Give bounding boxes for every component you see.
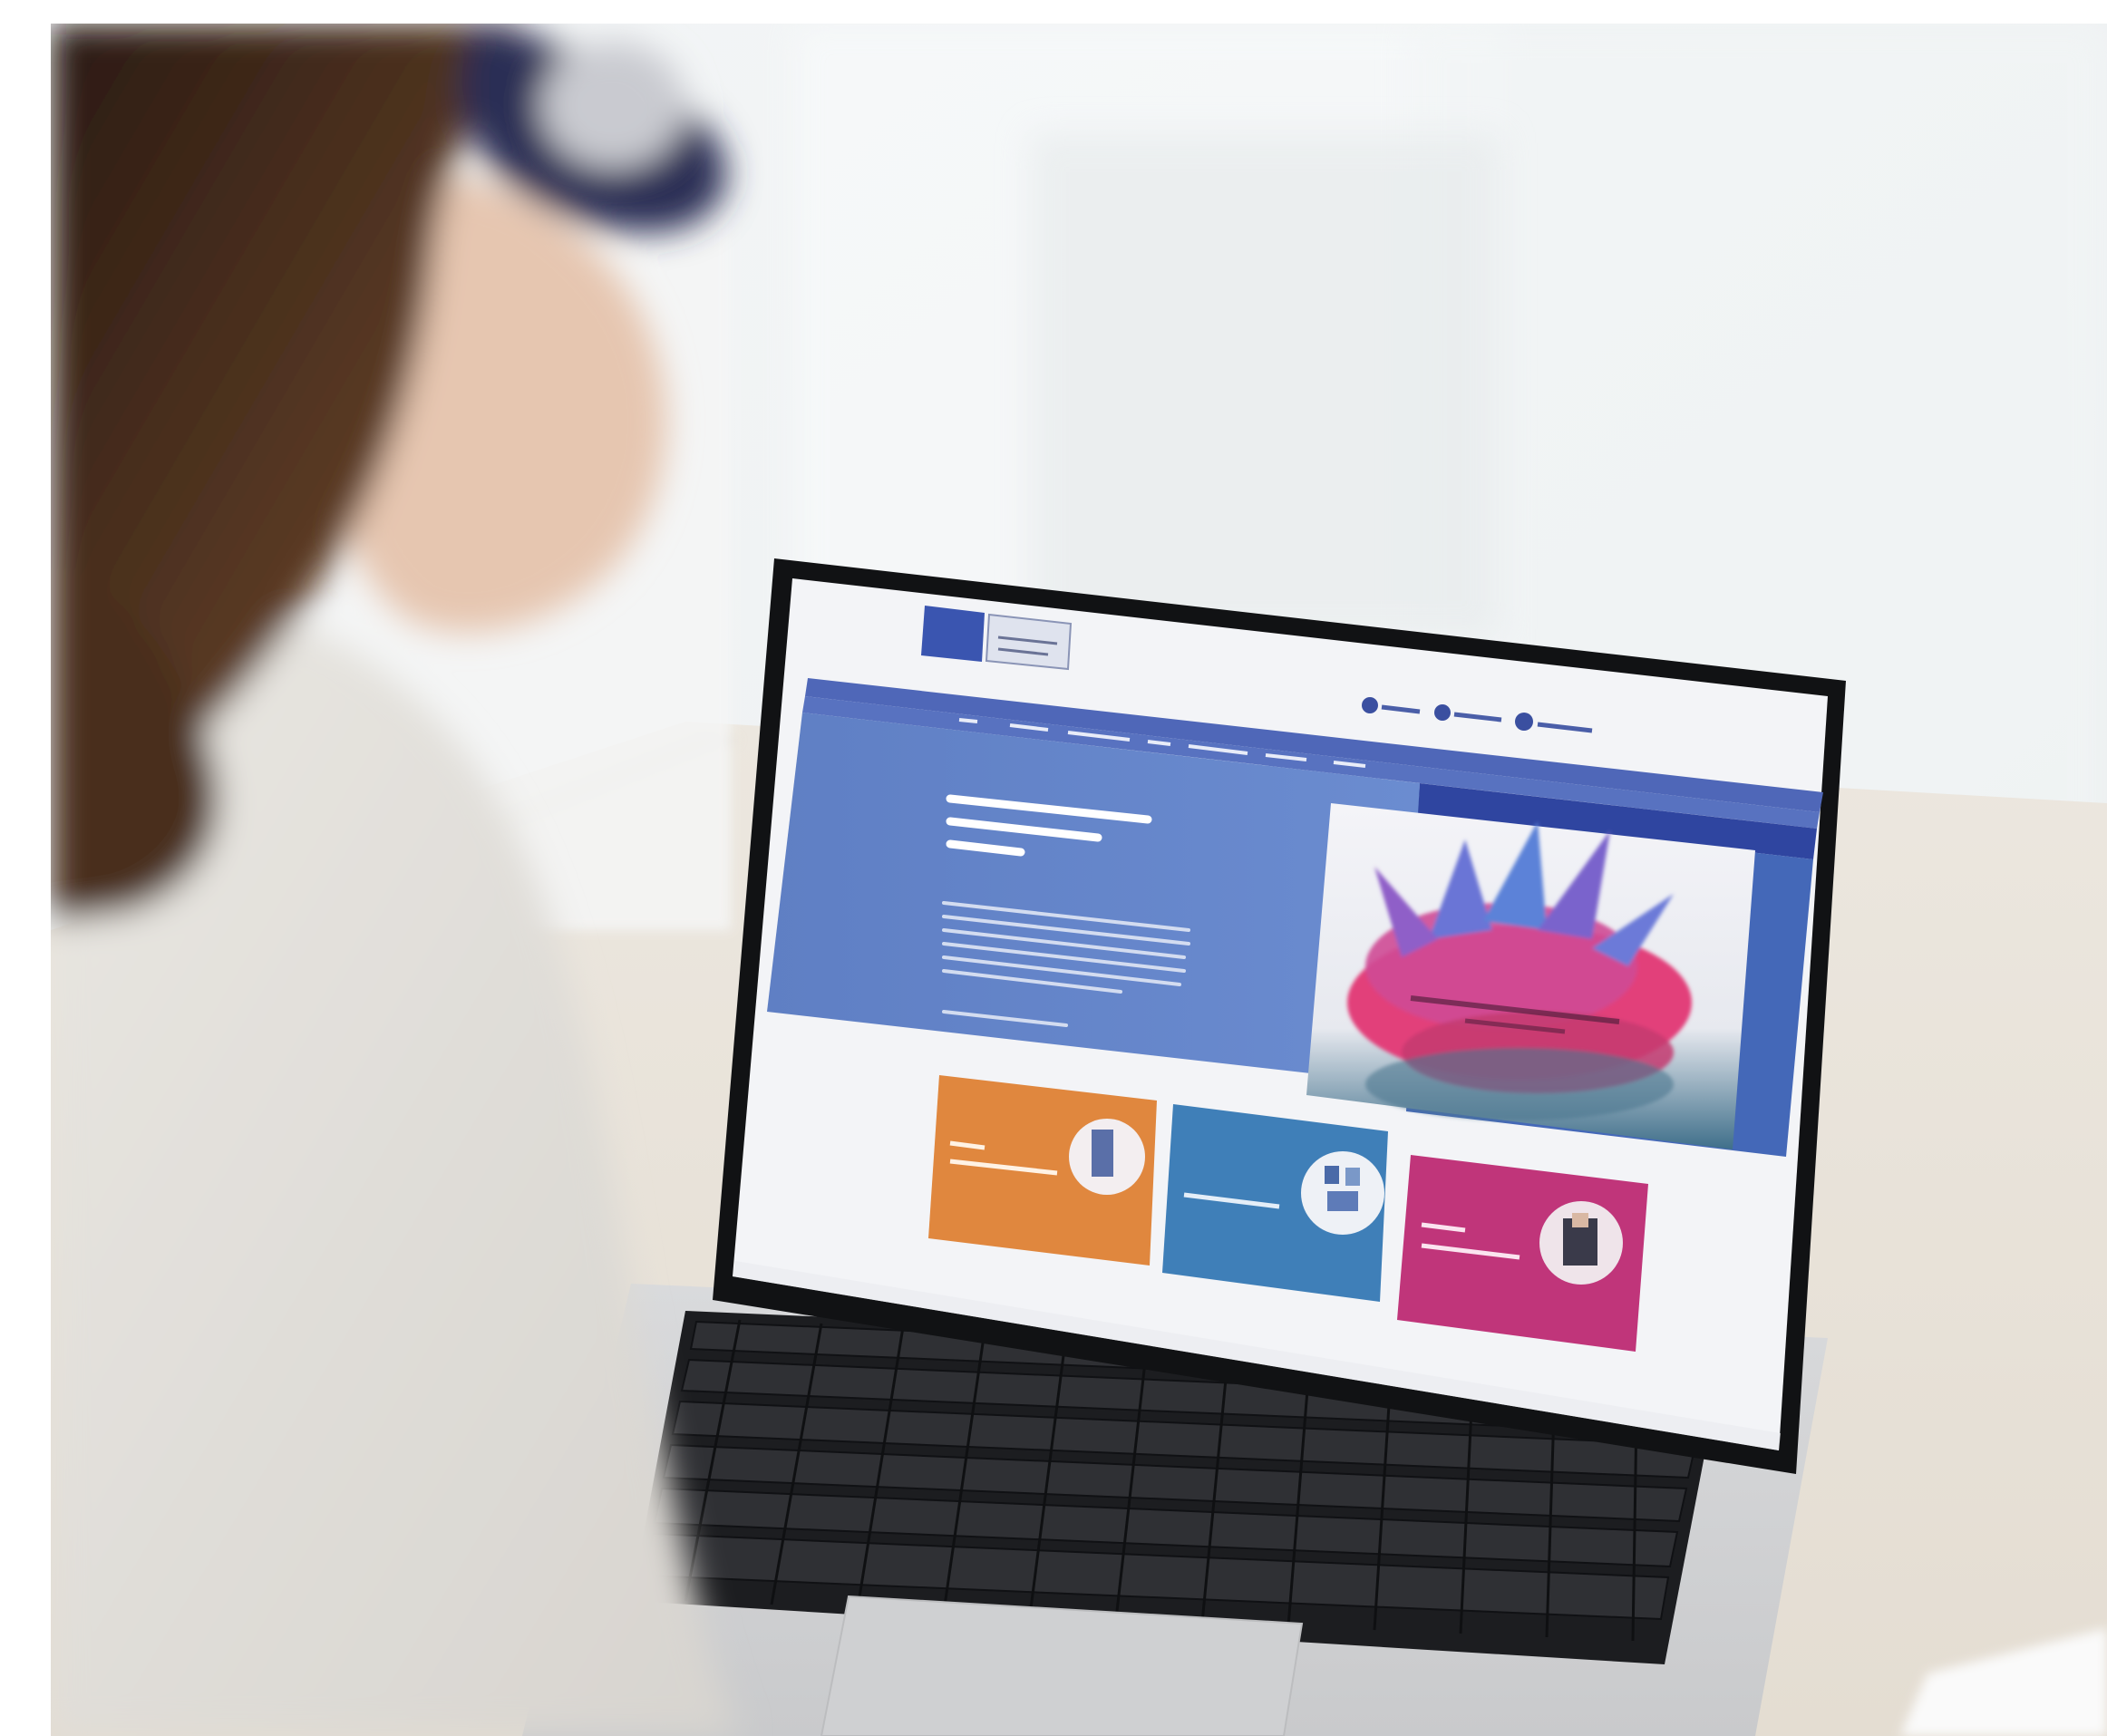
photo-scene [51,24,2107,1736]
card-magenta [1397,1155,1648,1352]
card-orange [928,1075,1157,1266]
top-border [0,0,2107,25]
card-blue [1162,1104,1388,1302]
photograph [51,24,2107,1736]
left-border [0,0,51,1736]
photo-page [0,0,2107,1736]
